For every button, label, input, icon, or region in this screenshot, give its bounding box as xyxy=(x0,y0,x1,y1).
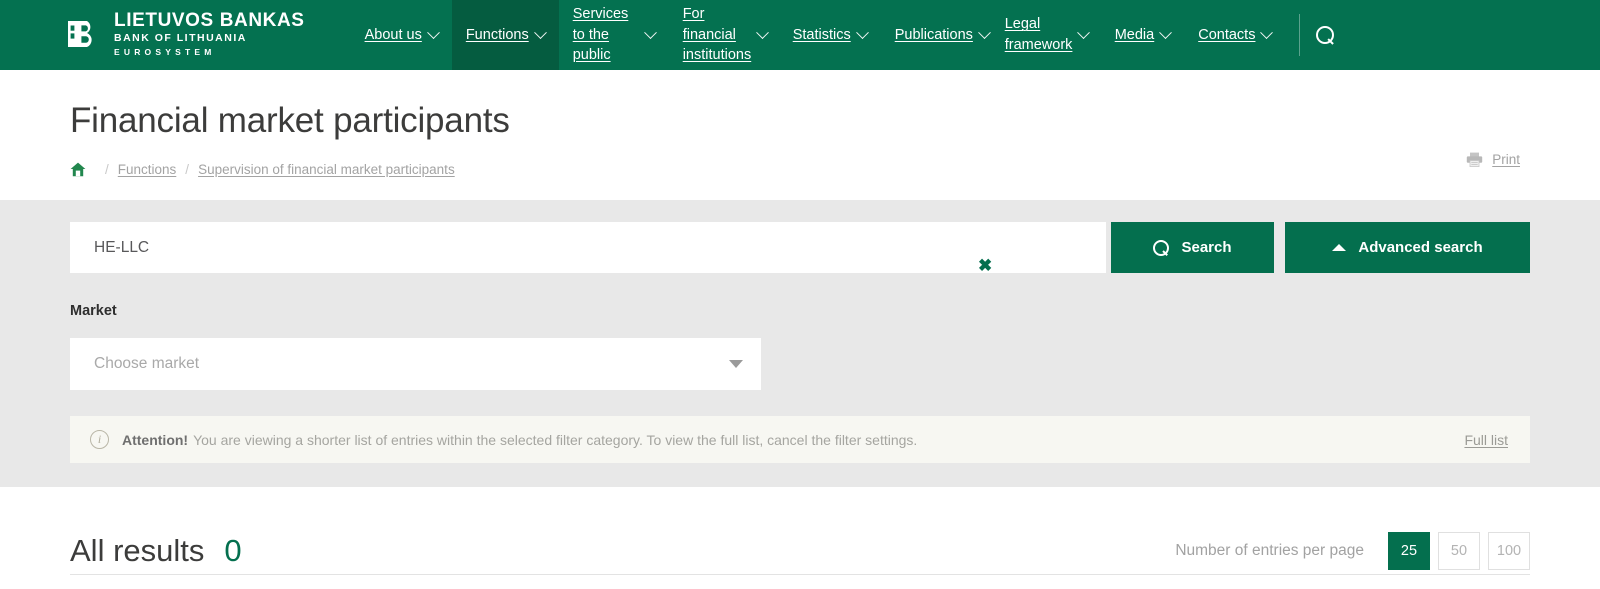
breadcrumb: / Functions / Supervision of financial m… xyxy=(0,142,1600,177)
advanced-search-button[interactable]: Advanced search xyxy=(1285,222,1530,273)
chevron-down-icon xyxy=(643,25,657,39)
page-title: Financial market participants xyxy=(70,101,510,140)
main-navigation: About us Functions Services to the publi… xyxy=(351,0,1600,70)
header-search-button[interactable] xyxy=(1316,0,1371,70)
filter-notice-text: Attention! You are viewing a shorter list… xyxy=(122,432,1464,448)
printer-icon xyxy=(1466,152,1483,168)
filter-panel: Search Advanced search ✖ Market Choose m… xyxy=(0,200,1600,487)
chevron-down-icon xyxy=(729,360,743,368)
home-icon[interactable] xyxy=(70,162,86,177)
nav-item-media[interactable]: Media xyxy=(1101,0,1185,70)
brand-logo[interactable]: LIETUVOS BANKAS BANK OF LITHUANIA EUROSY… xyxy=(0,0,325,70)
market-field-label: Market xyxy=(70,303,117,319)
nav-item-statistics[interactable]: Statistics xyxy=(779,0,881,70)
per-page-50-button[interactable]: 50 xyxy=(1438,532,1480,570)
nav-item-legal-framework[interactable]: Legal framework xyxy=(991,0,1101,70)
nav-item-services-to-the-public[interactable]: Services to the public xyxy=(559,0,669,70)
chevron-down-icon xyxy=(426,25,440,39)
filter-notice-strong: Attention! xyxy=(122,431,189,448)
search-row: Search Advanced search xyxy=(70,222,1530,273)
filter-notice-body: You are viewing a shorter list of entrie… xyxy=(193,431,918,448)
nav-item-functions[interactable]: Functions xyxy=(451,0,559,70)
clear-search-icon[interactable]: ✖ xyxy=(978,257,992,274)
per-page-25-button[interactable]: 25 xyxy=(1388,532,1430,570)
nav-divider xyxy=(1299,14,1301,56)
nav-item-publications[interactable]: Publications xyxy=(881,0,991,70)
chevron-down-icon xyxy=(756,25,770,39)
chevron-down-icon xyxy=(1159,25,1173,39)
nav-label: Media xyxy=(1114,26,1155,43)
nav-label: Legal framework xyxy=(1004,16,1073,53)
print-button[interactable]: Print xyxy=(1466,152,1520,168)
advanced-search-label: Advanced search xyxy=(1358,239,1483,256)
nav-label: Statistics xyxy=(792,26,851,43)
nav-label: About us xyxy=(364,26,422,43)
brand-eurosystem: EUROSYSTEM xyxy=(114,46,216,57)
search-input[interactable] xyxy=(70,222,1106,273)
nav-item-contacts[interactable]: Contacts xyxy=(1184,0,1285,70)
full-list-link[interactable]: Full list xyxy=(1464,432,1508,448)
info-icon: i xyxy=(90,430,109,449)
search-button-label: Search xyxy=(1181,239,1232,256)
breadcrumb-item-functions[interactable]: Functions xyxy=(118,162,177,177)
nav-label: Contacts xyxy=(1198,26,1256,43)
results-title: All results xyxy=(70,533,205,568)
brand-name-lt: LIETUVOS BANKAS xyxy=(114,10,305,32)
chevron-down-icon xyxy=(1077,25,1091,39)
chevron-down-icon xyxy=(533,25,547,39)
entries-per-page-label: Number of entries per page xyxy=(1175,542,1364,559)
page-header: Financial market participants / Function… xyxy=(0,70,1600,200)
search-icon xyxy=(1153,239,1170,256)
breadcrumb-item-supervision[interactable]: Supervision of financial market particip… xyxy=(198,162,455,177)
print-label: Print xyxy=(1492,152,1520,167)
section-divider xyxy=(70,574,1530,575)
market-select-value: Choose market xyxy=(94,355,200,372)
entries-per-page-control: Number of entries per page 25 50 100 xyxy=(1175,532,1530,570)
nav-item-for-financial-institutions[interactable]: For financial institutions xyxy=(669,0,779,70)
breadcrumb-separator: / xyxy=(185,162,190,177)
nav-label: Functions xyxy=(465,26,529,43)
chevron-down-icon xyxy=(1260,25,1274,39)
market-select[interactable]: Choose market xyxy=(70,338,761,390)
breadcrumb-separator: / xyxy=(105,162,109,177)
per-page-100-button[interactable]: 100 xyxy=(1488,532,1530,570)
search-icon xyxy=(1316,25,1335,45)
caret-up-icon xyxy=(1332,244,1347,251)
nav-label: For financial institutions xyxy=(682,6,752,64)
brand-text: LIETUVOS BANKAS BANK OF LITHUANIA EUROSY… xyxy=(114,11,305,58)
site-header: LIETUVOS BANKAS BANK OF LITHUANIA EUROSY… xyxy=(0,0,1600,70)
search-button[interactable]: Search xyxy=(1111,222,1274,273)
chevron-down-icon xyxy=(855,25,869,39)
filter-notice-banner: i Attention! You are viewing a shorter li… xyxy=(70,416,1530,463)
chevron-down-icon xyxy=(978,25,991,39)
brand-name-en: BANK OF LITHUANIA xyxy=(114,32,247,45)
nav-item-about-us[interactable]: About us xyxy=(351,0,452,70)
lb-monogram-icon xyxy=(66,17,102,53)
results-count: 0 xyxy=(224,533,242,568)
results-bar: All results 0 Number of entries per page… xyxy=(0,487,1600,583)
nav-label: Services to the public xyxy=(572,6,629,64)
nav-label: Publications xyxy=(894,26,973,43)
